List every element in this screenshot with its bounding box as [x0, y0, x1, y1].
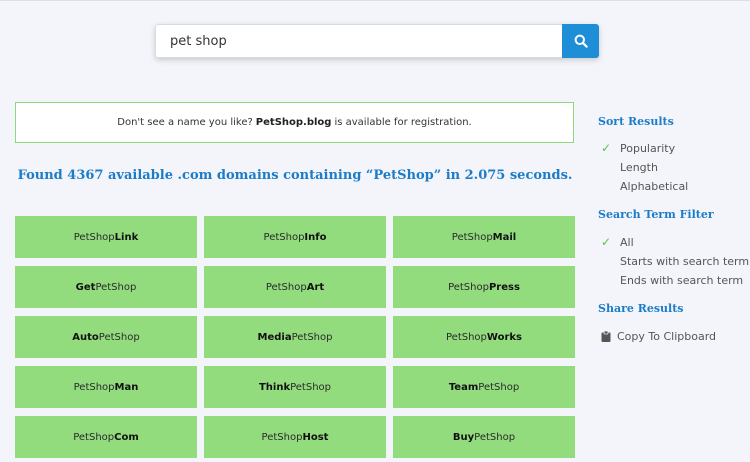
domain-part: Media: [257, 331, 292, 343]
domain-part: PetShop: [263, 231, 305, 243]
domain-tile[interactable]: Media PetShop: [204, 316, 386, 358]
search-icon: [574, 34, 588, 48]
domain-part: Works: [486, 331, 522, 343]
domain-part: Think: [258, 381, 291, 393]
results-summary: Found 4367 available .com domains contai…: [17, 168, 573, 183]
notice-suffix: is available for registration.: [334, 117, 472, 128]
domain-part: PetShop: [73, 431, 115, 443]
domain-part: Team: [448, 381, 479, 393]
domain-part: PetShop: [261, 431, 303, 443]
domain-tile[interactable]: PetShop Com: [15, 416, 197, 458]
domain-part: Link: [114, 231, 139, 243]
notice-prefix: Don't see a name you like?: [117, 117, 253, 128]
filter-starts-with[interactable]: Starts with search term: [620, 255, 749, 268]
domain-part: Art: [306, 281, 325, 293]
domain-tile[interactable]: Get PetShop: [15, 266, 197, 308]
domain-part: PetShop: [73, 231, 115, 243]
domain-tile[interactable]: Think PetShop: [204, 366, 386, 408]
domain-tile[interactable]: PetShop Host: [204, 416, 386, 458]
domain-tile[interactable]: Buy PetShop: [393, 416, 575, 458]
domain-part: Press: [488, 281, 520, 293]
domain-tile[interactable]: PetShop Info: [204, 216, 386, 258]
checkmark-icon: ✓: [601, 141, 612, 155]
share-results-heading: Share Results: [598, 302, 684, 315]
domain-tile[interactable]: Team PetShop: [393, 366, 575, 408]
search-term-filter-heading: Search Term Filter: [598, 208, 714, 221]
domain-tile[interactable]: PetShop Works: [393, 316, 575, 358]
filter-all[interactable]: All: [620, 236, 634, 249]
domain-part: PetShop: [291, 331, 333, 343]
search-button[interactable]: [562, 24, 599, 58]
domain-part: Man: [114, 381, 139, 393]
domain-tile[interactable]: Auto PetShop: [15, 316, 197, 358]
domain-tile[interactable]: PetShop Art: [204, 266, 386, 308]
search-input[interactable]: [155, 24, 562, 58]
domain-part: PetShop: [446, 331, 487, 343]
domain-part: Buy: [452, 431, 475, 443]
clipboard-icon: [601, 331, 611, 342]
domain-tile[interactable]: PetShop Mail: [393, 216, 575, 258]
domain-tile[interactable]: PetShop Man: [15, 366, 197, 408]
domain-part: PetShop: [265, 281, 307, 293]
filter-ends-with[interactable]: Ends with search term: [620, 274, 743, 287]
top-divider: [0, 0, 750, 1]
sort-length[interactable]: Length: [620, 161, 658, 174]
domain-tile[interactable]: PetShop Link: [15, 216, 197, 258]
checkmark-icon: ✓: [601, 235, 612, 249]
domain-part: PetShop: [478, 381, 520, 393]
notice-domain-link[interactable]: PetShop.blog: [256, 117, 332, 128]
sort-popularity[interactable]: Popularity: [620, 142, 675, 155]
domain-grid: PetShop Link PetShop Info PetShop Mail Get PetS…: [15, 216, 575, 458]
domain-part: PetShop: [290, 381, 332, 393]
domain-part: PetShop: [448, 281, 489, 293]
copy-to-clipboard-button[interactable]: Copy To Clipboard: [617, 330, 716, 343]
domain-part: Mail: [492, 231, 517, 243]
domain-part: PetShop: [474, 431, 516, 443]
domain-part: PetShop: [451, 231, 493, 243]
domain-tile[interactable]: PetShop Press: [393, 266, 575, 308]
domain-part: Com: [114, 431, 139, 443]
search-bar: [155, 24, 599, 58]
domain-part: Info: [304, 231, 327, 243]
domain-part: PetShop: [95, 281, 137, 293]
domain-part: Auto: [72, 331, 99, 343]
domain-part: PetShop: [73, 381, 115, 393]
domain-part: PetShop: [98, 331, 140, 343]
sort-alphabetical[interactable]: Alphabetical: [620, 180, 688, 193]
availability-notice: Don't see a name you like? PetShop.blog …: [15, 102, 574, 143]
domain-part: Host: [302, 431, 329, 443]
sort-results-heading: Sort Results: [598, 115, 674, 128]
domain-part: Get: [75, 281, 96, 293]
